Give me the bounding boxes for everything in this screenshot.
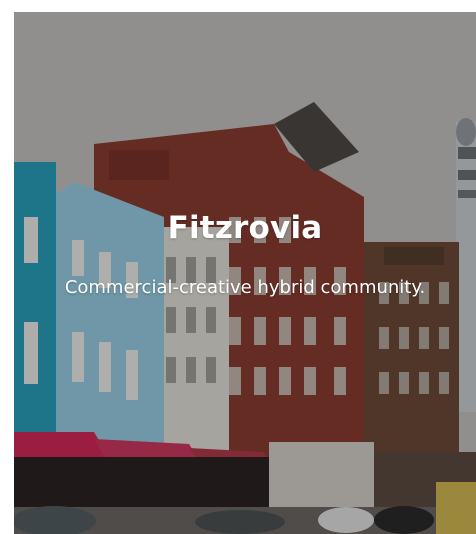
neighborhood-card[interactable]: Fitzrovia Commercial-creative hybrid com…: [14, 12, 476, 534]
neighborhood-subtitle: Commercial-creative hybrid community.: [64, 277, 426, 298]
street-photo: [14, 12, 476, 534]
neighborhood-title: Fitzrovia: [167, 210, 323, 246]
